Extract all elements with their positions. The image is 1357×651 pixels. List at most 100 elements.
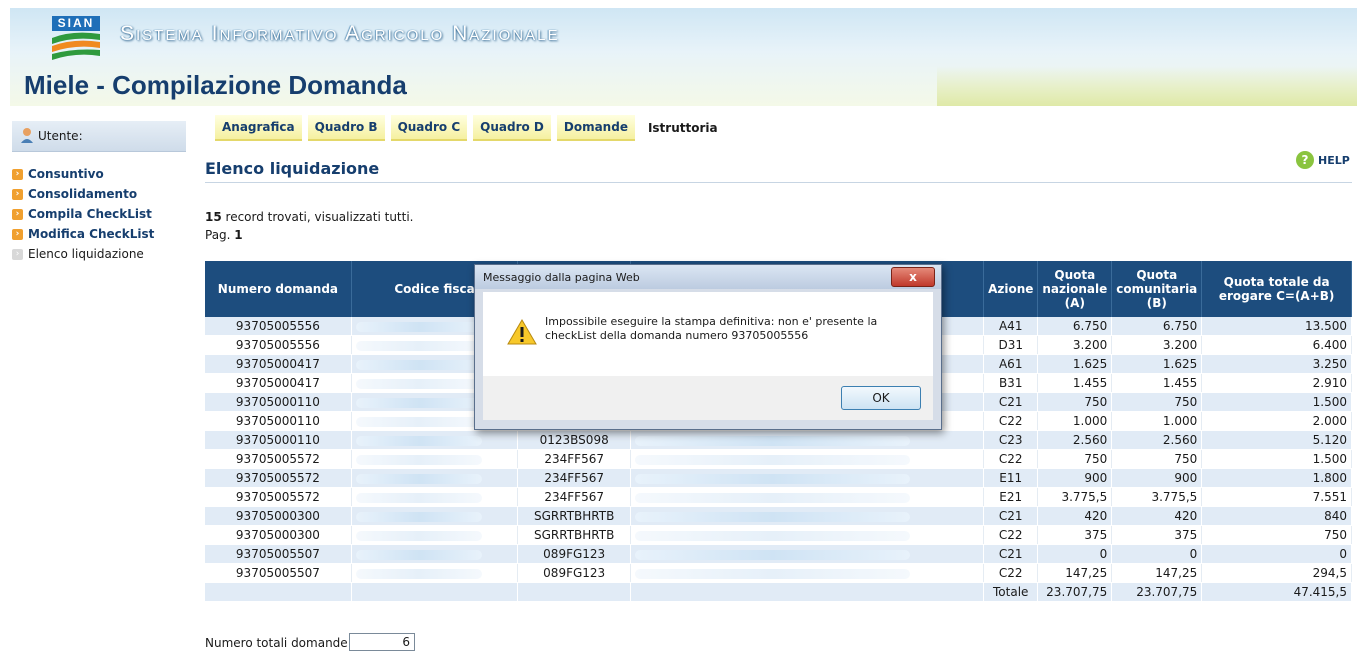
cell-quota-totale: 7.551 [1201,487,1352,507]
sidebar-item-label: Elenco liquidazione [28,247,144,261]
table-row: 93705000110 0123BS098 C23 2.560 2.560 5.120 [205,430,1352,450]
cell-azione: C22 [983,449,1039,469]
ok-button[interactable]: OK [841,386,921,410]
cell-numero-domanda: 93705005556 [205,335,352,355]
cell-quota-nazionale: 1.625 [1037,354,1113,374]
total-quota-totale: 47.415,5 [1201,582,1352,602]
tab-quadro-b[interactable]: Quadro B [307,115,385,141]
cell-azione: C22 [983,411,1039,431]
app-title: Miele - Compilazione Domanda [24,70,407,100]
cell-codice-fiscale [351,449,519,469]
close-button[interactable]: x [891,267,935,287]
cell-quota-comunitaria: 750 [1111,392,1203,412]
cell-empty [517,582,632,602]
redacted-value [355,511,482,522]
cell-quota-totale: 3.250 [1201,354,1352,374]
cell-azione: B31 [983,373,1039,393]
header-azione[interactable]: Azione [983,261,1039,317]
cell-numero-domanda: 93705005507 [205,544,352,564]
table-row: 93705005507 089FG123 C21 0 0 0 [205,544,1352,564]
cell-quota-totale: 2.910 [1201,373,1352,393]
logo-waves-icon [52,32,100,60]
sidebar-item-elenco-liquidazione[interactable]: › Elenco liquidazione [12,244,154,264]
cell-denominazione [630,506,985,526]
redacted-value [355,321,482,332]
cell-quota-nazionale: 0 [1037,544,1113,564]
cell-azione: C22 [983,563,1039,583]
records-count: 15 [205,210,222,224]
redacted-value [635,473,911,484]
header-quota-totale[interactable]: Quota totale da erogare C=(A+B) [1201,261,1352,317]
cell-quota-comunitaria: 1.625 [1111,354,1203,374]
cell-empty [630,582,985,602]
header-numero-domanda[interactable]: Numero domanda [205,261,352,317]
cell-quota-nazionale: 420 [1037,506,1113,526]
redacted-value [355,435,482,446]
cell-codice-fiscale [351,487,519,507]
cell-denominazione [630,487,985,507]
tab-istruttoria[interactable]: Istruttoria [641,115,725,141]
sidebar-item-label: Compila CheckList [28,207,152,221]
cell-codice-fiscale [351,506,519,526]
cell-quota-totale: 750 [1201,525,1352,545]
cell-azione: D31 [983,335,1039,355]
banner-decoration [937,66,1357,106]
cell-quota-totale: 840 [1201,506,1352,526]
cell-quota-totale: 13.500 [1201,317,1352,336]
cell-quota-comunitaria: 750 [1111,449,1203,469]
redacted-value [635,549,911,560]
cell-quota-comunitaria: 6.750 [1111,317,1203,336]
tab-quadro-c[interactable]: Quadro C [390,115,468,141]
cell-denominazione [630,468,985,488]
cell-numero-domanda: 93705000300 [205,525,352,545]
cell-quota-totale: 6.400 [1201,335,1352,355]
header-text: Quota [1136,268,1178,282]
arrow-icon: › [12,228,23,240]
sidebar-item-consuntivo[interactable]: › Consuntivo [12,164,154,184]
tab-bar: Anagrafica Quadro B Quadro C Quadro D Do… [215,115,731,141]
sidebar-item-modifica-checklist[interactable]: › Modifica CheckList [12,224,154,244]
table-row: 93705000300 SGRRTBHRTB C21 420 420 840 [205,506,1352,526]
cell-numero-domanda: 93705005572 [205,468,352,488]
table-row: 93705000300 SGRRTBHRTB C22 375 375 750 [205,525,1352,545]
cell-quota-nazionale: 3.775,5 [1037,487,1113,507]
cell-numero-domanda: 93705000110 [205,392,352,412]
cell-numero-domanda: 93705000300 [205,506,352,526]
redacted-value [635,511,911,522]
tab-anagrafica[interactable]: Anagrafica [215,115,302,141]
help-icon: ? [1296,151,1314,169]
user-label: Utente: [38,129,83,143]
header-text: (B) [1146,296,1167,310]
sidebar-menu: › Consuntivo › Consolidamento › Compila Che… [12,164,154,264]
header-text: Quota [1054,268,1096,282]
cell-quota-totale: 5.120 [1201,430,1352,450]
cell-quota-comunitaria: 1.000 [1111,411,1203,431]
cell-denominazione [630,563,985,583]
redacted-value [355,359,482,370]
cell-quota-comunitaria: 0 [1111,544,1203,564]
tab-quadro-d[interactable]: Quadro D [473,115,551,141]
cell-codice: 089FG123 [517,563,632,583]
redacted-value [355,340,482,351]
total-quota-nazionale: 23.707,75 [1037,582,1113,602]
header-quota-comunitaria[interactable]: Quota comunitaria (B) [1111,261,1203,317]
table-row: 93705005507 089FG123 C22 147,25 147,25 294,5 [205,563,1352,583]
cell-quota-nazionale: 1.000 [1037,411,1113,431]
tab-domande[interactable]: Domande [556,115,635,141]
cell-quota-nazionale: 900 [1037,468,1113,488]
cell-quota-comunitaria: 147,25 [1111,563,1203,583]
sidebar-item-consolidamento[interactable]: › Consolidamento [12,184,154,204]
cell-codice-fiscale [351,563,519,583]
total-domande-field[interactable]: 6 [349,633,415,651]
sian-logo: SIAN [22,12,104,60]
cell-azione: C21 [983,392,1039,412]
help-link[interactable]: ? HELP [1296,151,1350,169]
cell-azione: C22 [983,525,1039,545]
table-row: 93705005572 234FF567 E11 900 900 1.800 [205,468,1352,488]
sidebar-item-compila-checklist[interactable]: › Compila CheckList [12,204,154,224]
header-quota-nazionale[interactable]: Quota nazionale (A) [1037,261,1113,317]
sidebar-item-label: Consolidamento [28,187,138,201]
dialog-titlebar[interactable]: Messaggio dalla pagina Web x [475,265,941,289]
cell-quota-nazionale: 750 [1037,449,1113,469]
cell-azione: C21 [983,506,1039,526]
